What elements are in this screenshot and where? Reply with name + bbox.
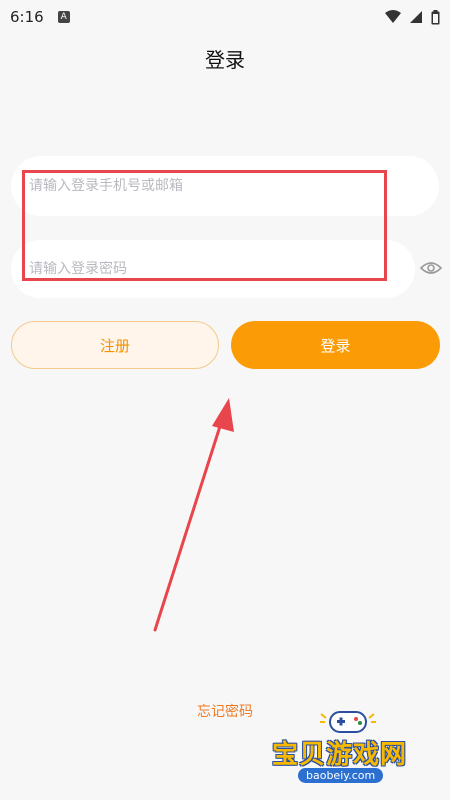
phone-email-input[interactable] [29, 178, 439, 194]
watermark-logo: 宝贝游戏网 baobeiy.com [270, 706, 430, 796]
watermark-text: 宝贝游戏网 [272, 740, 408, 770]
password-input[interactable] [29, 261, 415, 277]
password-input-container[interactable] [11, 240, 415, 298]
battery-icon [431, 9, 440, 24]
phone-input-container[interactable] [11, 156, 439, 216]
eye-icon[interactable] [420, 259, 442, 277]
watermark-url: baobeiy.com [298, 768, 384, 783]
page-title: 登录 [205, 48, 245, 72]
login-button[interactable]: 登录 [231, 321, 440, 369]
notification-icon: A [57, 11, 70, 23]
annotation-arrow [153, 398, 234, 632]
gamepad-icon [320, 711, 376, 733]
status-icons [385, 9, 440, 25]
wifi-icon [385, 10, 401, 23]
status-time: 6:16 [10, 8, 44, 26]
status-bar: 6:16 A [0, 0, 450, 34]
register-button[interactable]: 注册 [11, 321, 219, 369]
signal-icon [410, 11, 422, 23]
